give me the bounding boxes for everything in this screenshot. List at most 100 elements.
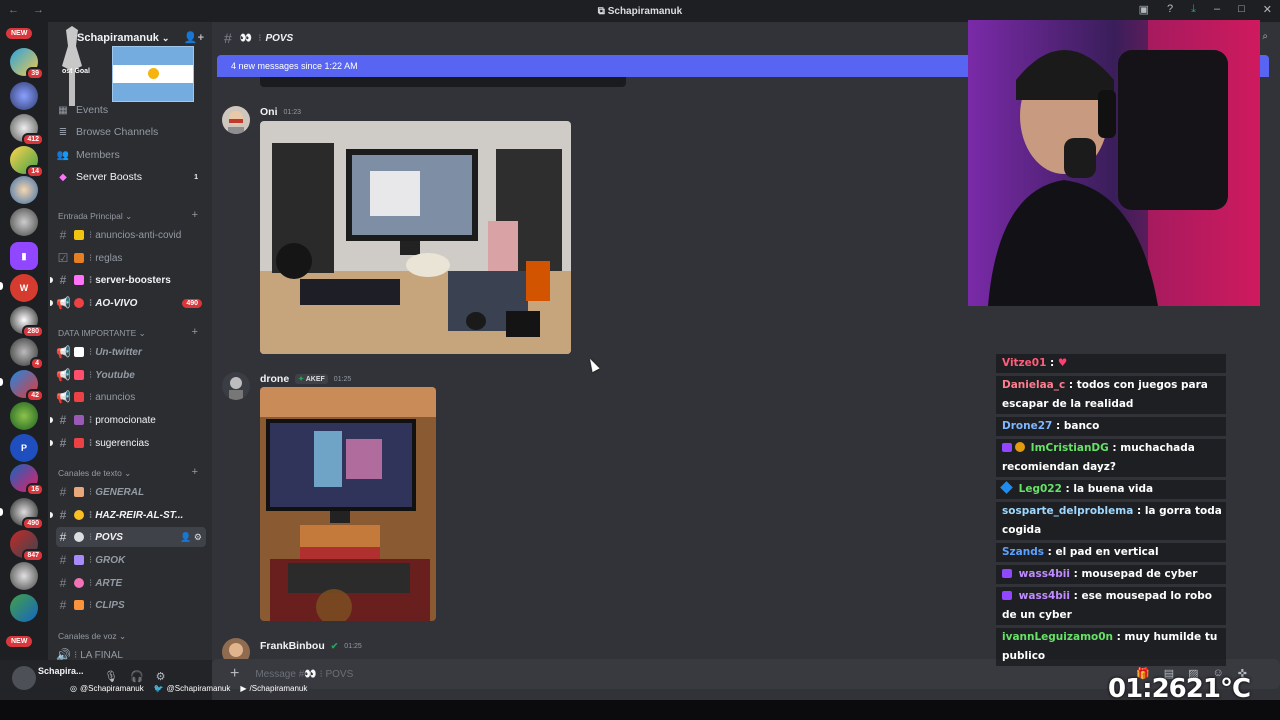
avatar[interactable] — [222, 106, 250, 134]
channel-haz-reir-al-streamer[interactable]: # ⁝ HAZ-REIR-AL-ST... — [50, 505, 206, 525]
create-channel-icon[interactable]: + — [192, 466, 198, 478]
server-icon[interactable]: 280 — [10, 306, 44, 338]
instagram-text: @Schapiramanuk — [79, 684, 144, 693]
server-icon[interactable] — [10, 82, 38, 110]
attachment-image[interactable] — [260, 387, 436, 621]
close-icon[interactable]: ✕ — [1263, 3, 1272, 16]
stream-chat-message: wass4bii : ese mousepad lo robo de un cy… — [996, 587, 1226, 625]
category-canales-de-voz[interactable]: Canales de voz ⌄ — [58, 631, 208, 642]
attachment-image[interactable] — [260, 121, 571, 354]
server-icon[interactable]: 16 — [10, 464, 44, 496]
help-icon[interactable]: ? — [1167, 3, 1173, 16]
channel-arte[interactable]: # ⁝ ARTE — [56, 573, 206, 593]
avatar[interactable] — [12, 666, 36, 690]
stream-chat-message: ivannLeguizamo0n : muy humilde tu public… — [996, 628, 1226, 666]
sidebar-item-label: Browse Channels — [76, 126, 159, 138]
gear-icon[interactable]: ⚙ — [156, 670, 166, 683]
invite-icon[interactable]: 👤 — [180, 532, 191, 542]
app-window: ← → ⧉ Schapiramanuk ▣ ? ⤓ – □ ✕ NEW 39 4… — [0, 0, 1280, 720]
category-canales-de-texto[interactable]: Canales de texto ⌄ + — [58, 466, 208, 479]
eyes-emoji-icon: 👀 — [239, 32, 253, 44]
sidebar-item-members[interactable]: 👥 Members — [56, 145, 206, 165]
invite-people-icon[interactable]: 👤+ — [184, 31, 204, 44]
message-author[interactable]: Oni — [260, 106, 278, 118]
previous-attachment-image[interactable] — [260, 77, 626, 87]
channel-promocionate[interactable]: # ⁝ promocionate — [50, 410, 206, 430]
server-icon[interactable] — [10, 402, 38, 430]
gear-icon[interactable]: ⚙ — [194, 532, 202, 542]
gem-badge-icon — [1000, 481, 1013, 494]
message-author[interactable]: FrankBinbou — [260, 640, 325, 652]
twitch-server-icon[interactable]: ▮ — [10, 242, 38, 270]
channel-ao-vivo[interactable]: 📢 ⁝ AO-VIVO 490 — [50, 293, 206, 313]
download-icon[interactable]: ⤓ — [1191, 3, 1196, 16]
sidebar-item-server-boosts[interactable]: ◆ Server Boosts 1 — [56, 167, 206, 187]
new-unreads-pill[interactable]: NEW — [6, 28, 33, 39]
text-channel-icon: # — [59, 485, 67, 499]
server-icon[interactable]: P — [10, 434, 38, 462]
add-attachment-icon[interactable]: + — [230, 665, 239, 683]
server-icon[interactable]: 39 — [10, 48, 44, 80]
channel-youtube[interactable]: 📢 ⁝ Youtube — [56, 365, 206, 385]
channel-emoji-icon — [74, 600, 84, 610]
chat-text: mousepad de cyber — [1081, 568, 1198, 580]
channel-povs[interactable]: # ⁝ POVS 👤 ⚙ — [56, 527, 206, 547]
create-channel-icon[interactable]: + — [192, 326, 198, 338]
channel-general[interactable]: # ⁝ GENERAL — [56, 482, 206, 502]
boost-goal-label[interactable]: ost Goal — [62, 68, 90, 75]
server-icon[interactable]: 847 — [10, 530, 44, 562]
server-icon[interactable] — [10, 594, 38, 622]
server-icon[interactable] — [10, 208, 38, 236]
server-icon[interactable] — [10, 562, 38, 590]
channel-emoji-icon — [74, 392, 84, 402]
channel-reglas[interactable]: ☑ ⁝ reglas — [56, 248, 206, 268]
channel-clips[interactable]: # ⁝ CLIPS — [56, 595, 206, 615]
microphone-icon[interactable]: 🎙 — [104, 670, 118, 683]
message-header: FrankBinbou ✔ 01:25 — [260, 640, 362, 652]
server-icon[interactable]: 412 — [10, 114, 44, 146]
subscriber-badge-icon — [1002, 443, 1012, 452]
announcement-icon: 📢 — [56, 368, 71, 382]
channel-name: CLIPS — [95, 599, 125, 611]
create-channel-icon[interactable]: + — [192, 209, 198, 221]
server-icon[interactable] — [10, 176, 38, 204]
channel-un-twitter[interactable]: 📢 ⁝ Un-twitter — [56, 342, 206, 362]
channel-name: sugerencias — [95, 437, 150, 449]
search-icon[interactable]: ⌕ — [1262, 31, 1268, 42]
channel-grok[interactable]: # ⁝ GROK — [56, 550, 206, 570]
avatar[interactable] — [222, 372, 250, 400]
server-icon[interactable]: 42 — [10, 370, 44, 402]
channel-anuncios[interactable]: 📢 ⁝ anuncios — [56, 387, 206, 407]
username[interactable]: Schapira... — [38, 666, 84, 676]
new-unreads-pill[interactable]: NEW — [6, 636, 33, 647]
headphones-icon[interactable]: 🎧 — [130, 670, 144, 683]
maximize-icon[interactable]: □ — [1238, 3, 1245, 16]
channel-sidebar: Schapiramanuk ⌄ 👤+ ost Goal ▦ Events ≣ Bro… — [48, 22, 212, 660]
sidebar-item-events[interactable]: ▦ Events — [56, 100, 206, 120]
channel-la-final[interactable]: 🔊 ⁝ LA FINAL — [56, 645, 206, 660]
server-icon[interactable]: 490 — [10, 498, 44, 530]
channel-anuncios-anti-covid[interactable]: # ⁝ anuncios-anti-covid — [56, 225, 206, 245]
announcement-icon: 📢 — [56, 390, 71, 404]
chat-username: Vitze01 — [1002, 357, 1047, 369]
message-author[interactable]: drone — [260, 373, 289, 385]
server-icon[interactable]: W — [10, 274, 38, 302]
channel-emoji-icon — [74, 230, 84, 240]
channel-server-boosters[interactable]: # ⁝ server-boosters — [50, 270, 206, 290]
chevron-down-icon: ⌄ — [138, 328, 146, 338]
inbox-icon[interactable]: ▣ — [1139, 3, 1149, 16]
sidebar-item-browse-channels[interactable]: ≣ Browse Channels — [56, 122, 206, 142]
sparkle-icon: ✦ — [298, 376, 305, 383]
server-icon[interactable]: 4 — [10, 338, 44, 370]
window-title: ⧉ Schapiramanuk — [0, 6, 1280, 17]
channel-sugerencias[interactable]: # ⁝ sugerencias — [50, 433, 206, 453]
category-entrada-principal[interactable]: Entrada Principal ⌄ + — [58, 209, 208, 222]
guild-tag[interactable]: ✦ AKEF — [295, 374, 328, 384]
server-icon[interactable]: 14 — [10, 146, 44, 178]
text-channel-icon: # — [59, 413, 67, 427]
channel-emoji-icon — [74, 275, 84, 285]
unread-pip — [50, 277, 53, 283]
chat-username: ivannLeguizamo0n — [1002, 631, 1114, 643]
minimize-icon[interactable]: – — [1214, 3, 1220, 16]
category-data-importante[interactable]: DATA IMPORTANTE ⌄ + — [58, 326, 208, 339]
